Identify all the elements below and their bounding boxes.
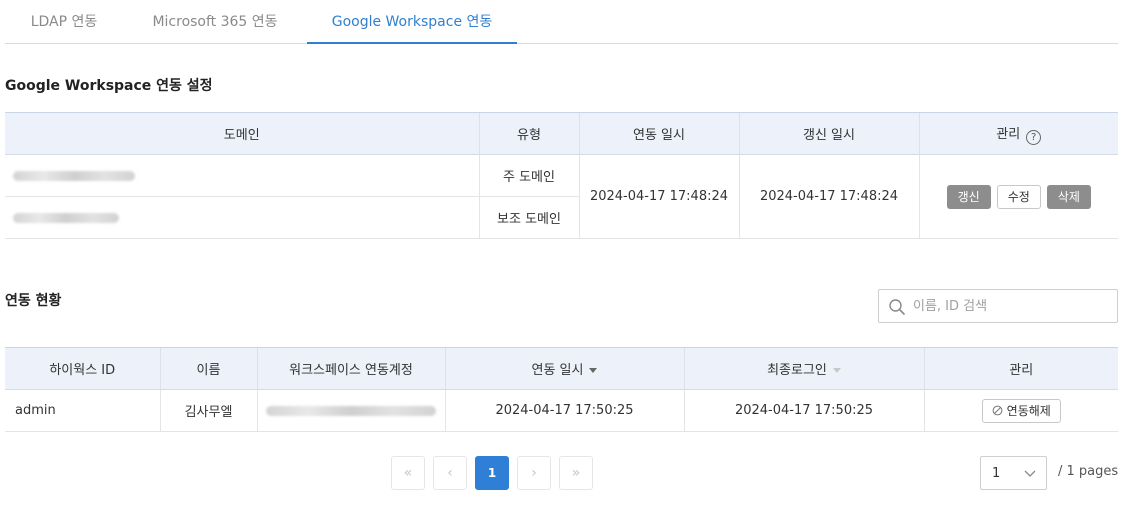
next-page-button[interactable]: ›	[517, 456, 551, 490]
tab-google-workspace[interactable]: Google Workspace 연동	[307, 0, 517, 44]
domain-cell-primary	[5, 154, 479, 197]
table-header-row: 도메인 유형 연동 일시 갱신 일시 관리?	[5, 112, 1118, 155]
user-id-cell: admin	[5, 389, 160, 432]
first-page-button[interactable]: «	[391, 456, 425, 490]
column-header-domain: 도메인	[5, 112, 479, 155]
delete-button[interactable]: 삭제	[1046, 184, 1091, 209]
user-name-cell: 김사무엘	[159, 389, 257, 432]
help-icon[interactable]: ?	[1026, 129, 1042, 145]
status-section-title: 연동 현황	[5, 293, 62, 309]
chevron-down-icon	[1024, 470, 1036, 477]
redacted-account	[266, 405, 436, 416]
ban-icon	[992, 405, 1003, 416]
table-header-row: 하이웍스 ID 이름 워크스페이스 연동계정 연동 일시 최종로그인 관리	[5, 347, 1118, 390]
domain-updated-at: 2024-04-17 17:48:24	[738, 154, 919, 239]
redacted-domain	[13, 170, 135, 181]
column-header-manage: 관리?	[918, 112, 1118, 155]
column-header-manage-label: 관리	[996, 126, 1021, 142]
workspace-account-cell	[256, 389, 445, 432]
domain-type-secondary: 보조 도메인	[478, 196, 579, 239]
search-box[interactable]	[878, 289, 1118, 323]
page-select[interactable]: 1	[980, 456, 1047, 490]
tab-microsoft-365[interactable]: Microsoft 365 연동	[131, 0, 299, 44]
search-icon	[889, 299, 905, 315]
refresh-button[interactable]: 갱신	[946, 184, 991, 209]
column-header-linked-at: 연동 일시	[578, 112, 739, 155]
user-last-login-cell: 2024-04-17 17:50:25	[683, 389, 924, 432]
domain-linked-at: 2024-04-17 17:48:24	[578, 154, 739, 239]
tab-ldap[interactable]: LDAP 연동	[5, 0, 123, 44]
prev-page-button[interactable]: ‹	[433, 456, 467, 490]
domain-manage-cell: 갱신 수정 삭제	[918, 154, 1118, 239]
sort-down-icon[interactable]	[589, 368, 598, 373]
column-header-hiworks-id: 하이웍스 ID	[5, 347, 160, 390]
column-header-linked-at-label: 연동 일시	[531, 363, 584, 378]
redacted-domain	[13, 212, 119, 223]
domain-cell-secondary	[5, 196, 479, 239]
status-table: 하이웍스 ID 이름 워크스페이스 연동계정 연동 일시 최종로그인 관리 ad…	[5, 347, 1118, 432]
column-header-last-login[interactable]: 최종로그인	[683, 347, 924, 390]
sort-down-icon[interactable]	[832, 368, 841, 373]
page-select-value: 1	[992, 466, 1001, 481]
unlink-button[interactable]: 연동해제	[981, 398, 1061, 423]
table-row: admin 김사무엘 2024-04-17 17:50:25 2024-04-1…	[5, 389, 1118, 432]
search-input[interactable]	[913, 296, 1109, 316]
domain-settings-table: 도메인 유형 연동 일시 갱신 일시 관리? 주 도메인 2024-04-17 …	[5, 112, 1118, 239]
last-page-button[interactable]: »	[559, 456, 593, 490]
column-header-workspace-account: 워크스페이스 연동계정	[256, 347, 445, 390]
pages-total: / 1 pages	[1058, 464, 1119, 479]
settings-section-title: Google Workspace 연동 설정	[5, 78, 213, 94]
page-1-button[interactable]: 1	[475, 456, 509, 490]
edit-button[interactable]: 수정	[996, 184, 1041, 209]
user-manage-cell: 연동해제	[923, 389, 1118, 432]
column-header-updated-at: 갱신 일시	[738, 112, 919, 155]
table-row: 주 도메인 2024-04-17 17:48:24 2024-04-17 17:…	[5, 154, 1118, 239]
column-header-linked-at[interactable]: 연동 일시	[444, 347, 684, 390]
column-header-name: 이름	[159, 347, 257, 390]
domain-type-primary: 주 도메인	[478, 154, 579, 197]
integration-tabs: LDAP 연동 Microsoft 365 연동 Google Workspac…	[5, 0, 1118, 44]
column-header-manage: 관리	[923, 347, 1118, 390]
column-header-last-login-label: 최종로그인	[767, 363, 827, 378]
unlink-label: 연동해제	[1006, 404, 1051, 418]
user-linked-at-cell: 2024-04-17 17:50:25	[444, 389, 684, 432]
column-header-type: 유형	[478, 112, 579, 155]
